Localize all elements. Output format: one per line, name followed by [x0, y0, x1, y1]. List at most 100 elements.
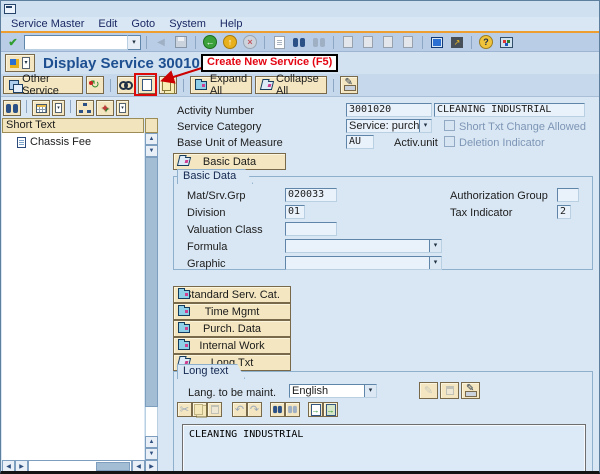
other-service-label: Other Service [22, 73, 77, 97]
exit-button[interactable]: ↑ [221, 34, 239, 50]
tree-find-button[interactable] [3, 100, 21, 116]
last-page-button[interactable] [399, 34, 417, 50]
create-shortcut-button[interactable]: ↗ [448, 34, 466, 50]
window-menu-icon[interactable] [4, 4, 16, 14]
language-combo[interactable]: English▾ [289, 384, 377, 398]
graphic-combo[interactable]: ▾ [285, 256, 442, 270]
delete-text-button[interactable] [440, 382, 459, 399]
authorization-group-field[interactable] [557, 188, 579, 202]
short-txt-change-checkbox[interactable] [444, 120, 455, 131]
folder-closed-icon [178, 307, 190, 316]
refresh-button[interactable]: ↻ [86, 76, 104, 94]
combo-dropdown-icon[interactable]: ▾ [429, 240, 441, 252]
combo-dropdown-icon[interactable]: ▾ [419, 120, 431, 132]
basic-data-tab: Basic Data [177, 169, 253, 184]
activity-number-field[interactable]: 3001020 [346, 103, 432, 117]
service-category-combo[interactable]: Service: purchasing▾ [346, 119, 432, 133]
horizontal-scroll-thumb[interactable] [96, 462, 130, 471]
menu-system[interactable]: System [169, 18, 206, 30]
division-field[interactable]: 01 [285, 205, 305, 219]
scroll-up-button[interactable]: ▲ [145, 436, 158, 448]
document-icon [17, 137, 26, 148]
maintain-button[interactable]: ✎ [340, 76, 358, 94]
tree-vertical-scrollbar: ▲ ▼ ▲ ▼ [145, 118, 158, 460]
combo-dropdown-icon[interactable]: ▾ [429, 257, 441, 269]
scroll-right-button[interactable]: ▶ [145, 460, 158, 473]
layout-menu-button[interactable]: ▾ [5, 54, 35, 72]
column-config-button[interactable] [32, 100, 50, 116]
back-button[interactable]: ← [201, 34, 219, 50]
edit-text-button[interactable]: ✎ [419, 382, 438, 399]
horizontal-scroll-track[interactable] [28, 460, 132, 473]
switch-editor-button[interactable]: ✎ [461, 382, 480, 399]
time-mgmt-button[interactable]: Time Mgmt [173, 303, 291, 320]
scroll-left-button[interactable]: ◀ [2, 460, 15, 473]
sort-dropdown[interactable]: ▾ [116, 100, 129, 116]
column-config-dropdown[interactable]: ▾ [52, 100, 65, 116]
find-next-text-button[interactable] [285, 402, 300, 417]
new-session-button[interactable] [428, 34, 446, 50]
scroll-down-button[interactable]: ▼ [145, 448, 158, 460]
sort-button[interactable]: ✦ [96, 100, 114, 116]
base-unit-field[interactable]: AU [346, 135, 374, 149]
first-page-button[interactable] [339, 34, 357, 50]
standard-serv-cat-label: Standard Serv. Cat. [184, 289, 280, 301]
menu-service-master[interactable]: Service Master [11, 18, 84, 30]
find-next-button[interactable] [310, 34, 328, 50]
undo-button[interactable]: ↶ [232, 402, 247, 417]
find-button[interactable] [290, 34, 308, 50]
long-text-area[interactable]: CLEANING INDUSTRIAL [182, 424, 586, 474]
help-button[interactable]: ? [477, 34, 495, 50]
purch-data-button[interactable]: Purch. Data [173, 320, 291, 337]
combo-dropdown-icon[interactable]: ▾ [364, 385, 376, 397]
display-change-button[interactable] [117, 76, 135, 94]
collapse-all-button[interactable]: Collapse All [255, 76, 327, 94]
vertical-scroll-thumb[interactable] [145, 157, 158, 407]
standard-serv-cat-button[interactable]: Standard Serv. Cat. [173, 286, 291, 303]
prev-page-button[interactable] [359, 34, 377, 50]
menu-help[interactable]: Help [220, 18, 243, 30]
separator [70, 100, 71, 113]
customize-layout-button[interactable] [497, 34, 515, 50]
command-input[interactable] [24, 35, 128, 50]
formula-combo[interactable]: ▾ [285, 239, 442, 253]
short-text-field[interactable]: CLEANING INDUSTRIAL [434, 103, 585, 117]
print-button[interactable] [270, 34, 288, 50]
undo-icon: ↶ [235, 403, 244, 416]
valuation-class-field[interactable] [285, 222, 337, 236]
first-page-icon [343, 36, 353, 48]
menu-edit[interactable]: Edit [98, 18, 117, 30]
redo-button[interactable]: ↷ [247, 402, 262, 417]
export-text-button[interactable] [323, 402, 338, 417]
save-button[interactable] [172, 34, 190, 50]
continue-button[interactable]: ◀ [152, 34, 170, 50]
internal-work-button[interactable]: Internal Work [173, 337, 291, 354]
copy-text-button[interactable] [192, 402, 207, 417]
paste-button[interactable] [207, 402, 222, 417]
tree-item-chassis-fee[interactable]: Chassis Fee [2, 133, 144, 148]
mat-srv-grp-label: Mat/Srv.Grp [187, 190, 245, 202]
scroll-up-button[interactable]: ▲ [145, 133, 158, 145]
tree-horizontal-scrollbar: ◀ ▶ ◀ ▶ [2, 460, 158, 473]
scroll-right-button[interactable]: ▶ [15, 460, 28, 473]
basic-data-button[interactable]: Basic Data [173, 153, 286, 170]
formula-label: Formula [187, 241, 227, 253]
detail-panel: Activity Number 3001020 CLEANING INDUSTR… [173, 98, 593, 474]
hierarchy-button[interactable] [76, 100, 94, 116]
menu-goto[interactable]: Goto [131, 18, 155, 30]
vertical-scroll-track[interactable] [145, 407, 158, 436]
import-text-button[interactable] [308, 402, 323, 417]
mat-srv-grp-field[interactable]: 020033 [285, 188, 337, 202]
other-service-button[interactable]: Other Service [3, 76, 83, 94]
command-dropdown-icon[interactable]: ▾ [128, 35, 141, 50]
cancel-button[interactable]: × [241, 34, 259, 50]
cut-button[interactable]: ✂ [177, 402, 192, 417]
next-page-button[interactable] [379, 34, 397, 50]
find-text-button[interactable] [270, 402, 285, 417]
enter-button[interactable]: ✔ [4, 34, 22, 50]
internal-work-label: Internal Work [199, 340, 264, 352]
scroll-left-button[interactable]: ◀ [132, 460, 145, 473]
scroll-down-button[interactable]: ▼ [145, 145, 158, 157]
tax-indicator-field[interactable]: 2 [557, 205, 571, 219]
deletion-indicator-checkbox[interactable] [444, 136, 455, 147]
